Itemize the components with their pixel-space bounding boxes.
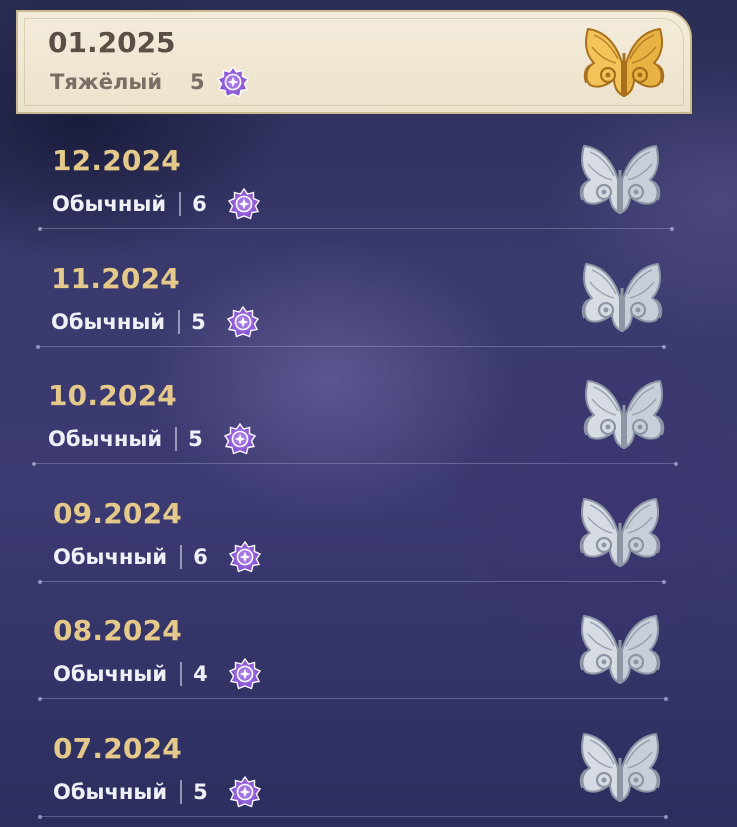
meta-separator: [180, 662, 183, 686]
meta-separator: [180, 545, 183, 569]
entry-meta: Обычный 5: [51, 306, 260, 338]
meta-separator: [180, 780, 183, 804]
row-divider: [36, 344, 666, 349]
silver-butterfly-emblem-icon: [574, 493, 666, 573]
entry-star-count: 5: [190, 70, 205, 94]
entry-meta: Обычный 6: [52, 188, 261, 220]
entry-star-count: 4: [193, 662, 208, 686]
row-divider: [38, 579, 666, 584]
entry-date: 12.2024: [52, 144, 181, 177]
entry-meta: Обычный 6: [53, 541, 262, 573]
purple-star-medal-icon: [229, 776, 262, 808]
entry-star-count: 5: [191, 310, 206, 334]
meta-separator: [179, 192, 182, 216]
entry-difficulty: Тяжёлый: [50, 70, 163, 94]
entry-difficulty: Обычный: [52, 192, 167, 216]
entry-date: 10.2024: [48, 379, 177, 412]
purple-star-medal-icon: [229, 658, 262, 690]
silver-butterfly-emblem-icon: [578, 375, 670, 455]
entry-date: 01.2025: [48, 26, 176, 59]
history-list: 01.2025 Тяжёлый 5 12.2024 Обычный 6 11.2…: [0, 0, 737, 827]
silver-butterfly-emblem-icon: [574, 610, 666, 690]
entry-star-count: 6: [192, 192, 207, 216]
entry-date: 07.2024: [53, 732, 182, 765]
purple-star-medal-icon: [228, 188, 261, 220]
entry-star-count: 5: [193, 780, 208, 804]
row-divider: [38, 814, 668, 819]
purple-star-medal-icon: [224, 423, 257, 455]
gold-butterfly-emblem-icon: [578, 22, 670, 104]
entry-difficulty: Обычный: [48, 427, 163, 451]
row-divider: [38, 696, 668, 701]
entry-meta: Обычный 5: [48, 423, 257, 455]
entry-date: 09.2024: [53, 497, 182, 530]
entry-date: 11.2024: [51, 262, 180, 295]
silver-butterfly-emblem-icon: [574, 140, 666, 220]
meta-separator: [175, 427, 178, 451]
entry-star-count: 6: [193, 545, 208, 569]
entry-difficulty: Обычный: [53, 662, 168, 686]
entry-meta: Тяжёлый 5: [50, 66, 249, 98]
silver-butterfly-emblem-icon: [574, 728, 666, 808]
entry-meta: Обычный 4: [53, 658, 262, 690]
silver-butterfly-emblem-icon: [576, 258, 668, 338]
entry-difficulty: Обычный: [53, 780, 168, 804]
purple-star-medal-icon: [216, 66, 249, 98]
row-divider: [38, 226, 674, 231]
history-entry-selected[interactable]: 01.2025 Тяжёлый 5: [16, 10, 692, 114]
meta-separator: [178, 310, 181, 334]
entry-star-count: 5: [188, 427, 203, 451]
purple-star-medal-icon: [227, 306, 260, 338]
entry-difficulty: Обычный: [53, 545, 168, 569]
row-divider: [32, 461, 678, 466]
entry-difficulty: Обычный: [51, 310, 166, 334]
entry-meta: Обычный 5: [53, 776, 262, 808]
purple-star-medal-icon: [229, 541, 262, 573]
entry-date: 08.2024: [53, 614, 182, 647]
